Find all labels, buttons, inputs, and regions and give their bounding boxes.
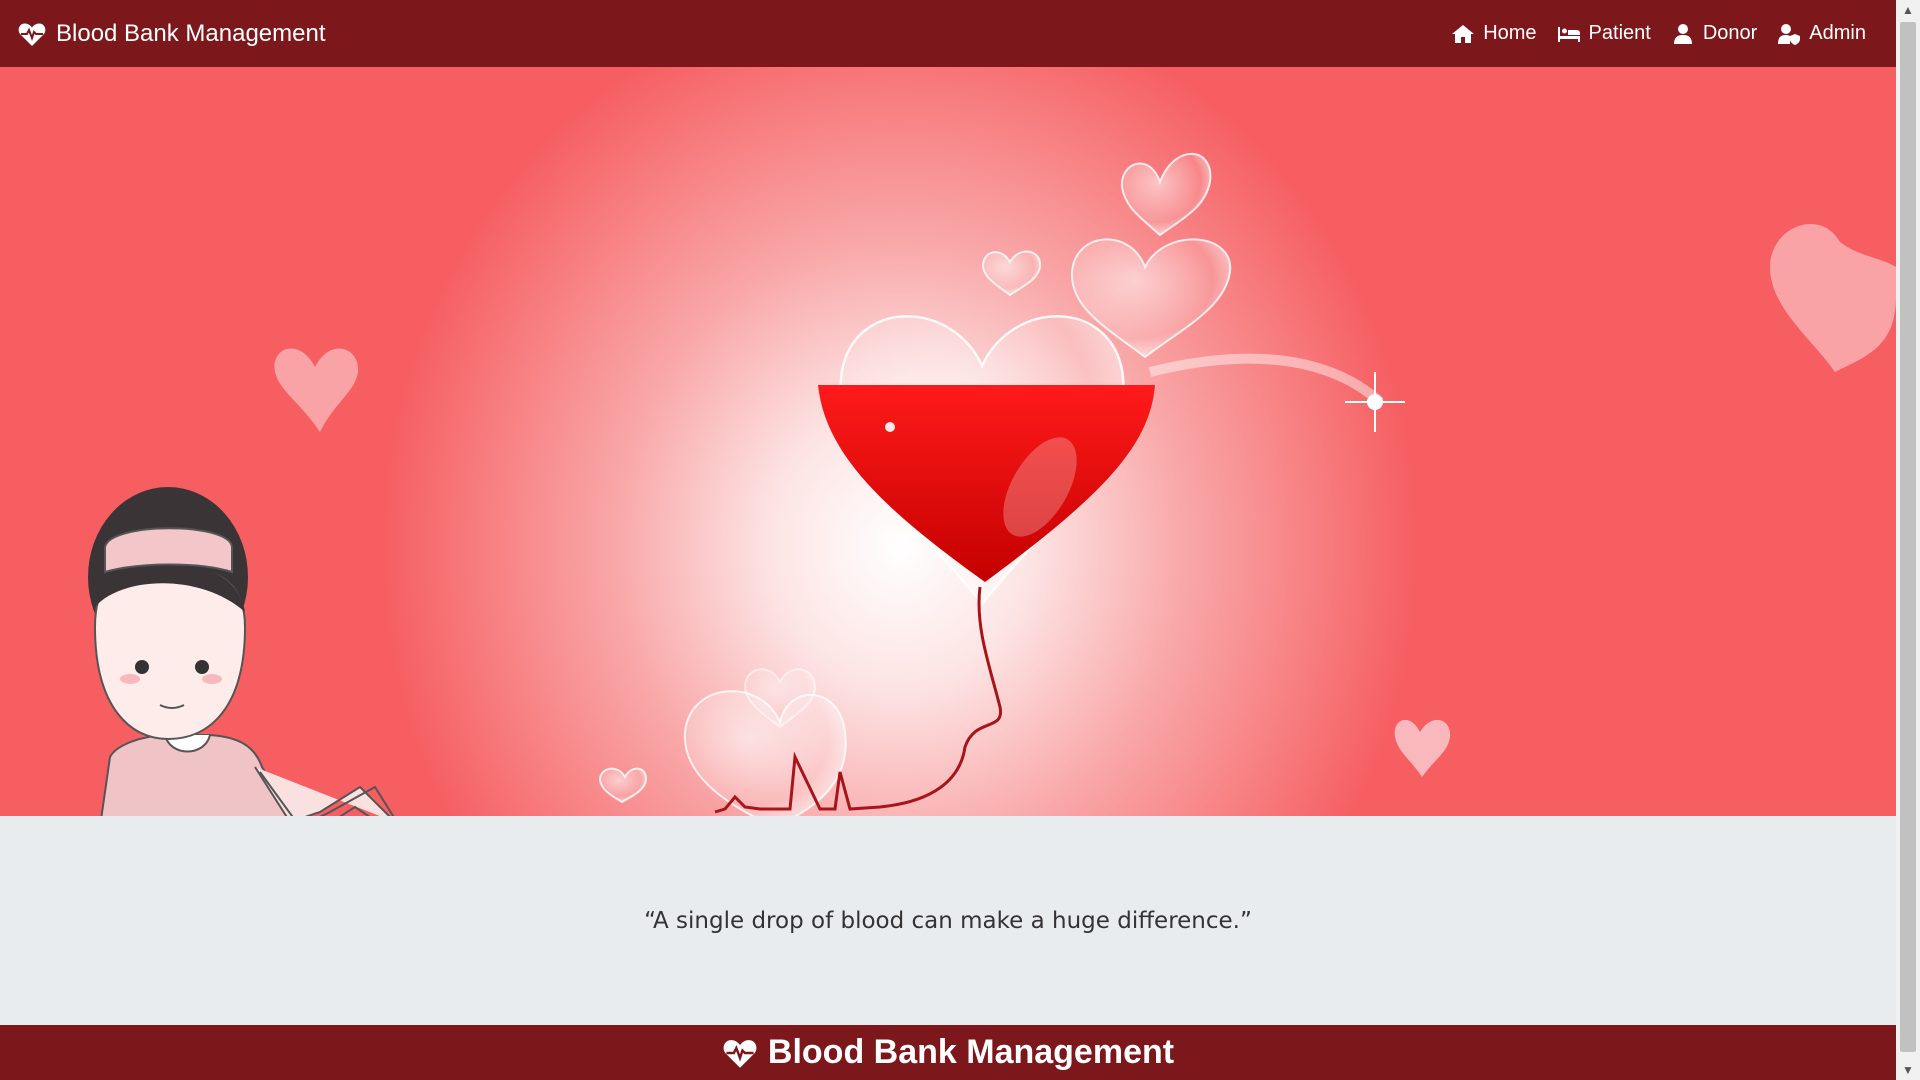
scroll-up-arrow-icon[interactable]: ▲ [1896,0,1920,20]
footer: Blood Bank Management [0,1025,1896,1080]
nav-donor-label: Donor [1702,22,1758,44]
blood-heart [818,315,1155,606]
bed-icon [1557,26,1580,42]
nav-patient[interactable]: Patient [1557,22,1651,45]
heartbeat-icon [18,23,46,46]
nav-patient-label: Patient [1588,22,1651,44]
brand-title: Blood Bank Management [56,19,326,47]
user-shield-icon [1778,23,1801,45]
hero-banner [0,67,1896,816]
quote-section: “A single drop of blood can make a huge … [0,816,1896,1025]
quote-text: “A single drop of blood can make a huge … [644,907,1252,934]
hero-illustration [88,152,1896,816]
nav-home-label: Home [1483,22,1537,44]
nav-admin[interactable]: Admin [1777,22,1866,45]
heart-decoration-right [1770,223,1896,372]
nav-admin-label: Admin [1809,22,1866,44]
heart-decoration-bottom [1394,719,1451,777]
nav-donor[interactable]: Donor [1671,22,1757,45]
nurse-illustration [88,487,395,816]
user-icon [1673,23,1692,44]
top-navbar: Blood Bank Management Home Patient Donor… [0,0,1896,67]
home-icon [1452,24,1475,43]
nav-links: Home Patient Donor Admin [1451,22,1878,45]
heart-decoration-left [274,348,359,432]
scroll-down-arrow-icon[interactable]: ▼ [1896,1060,1920,1080]
brand-link[interactable]: Blood Bank Management [18,20,326,48]
scroll-thumb[interactable] [1900,22,1916,1052]
vertical-scrollbar[interactable]: ▲ ▼ [1896,0,1920,1080]
heartbeat-icon [723,1039,757,1068]
nav-home[interactable]: Home [1451,22,1537,45]
footer-brand: Blood Bank Management [767,1033,1175,1071]
